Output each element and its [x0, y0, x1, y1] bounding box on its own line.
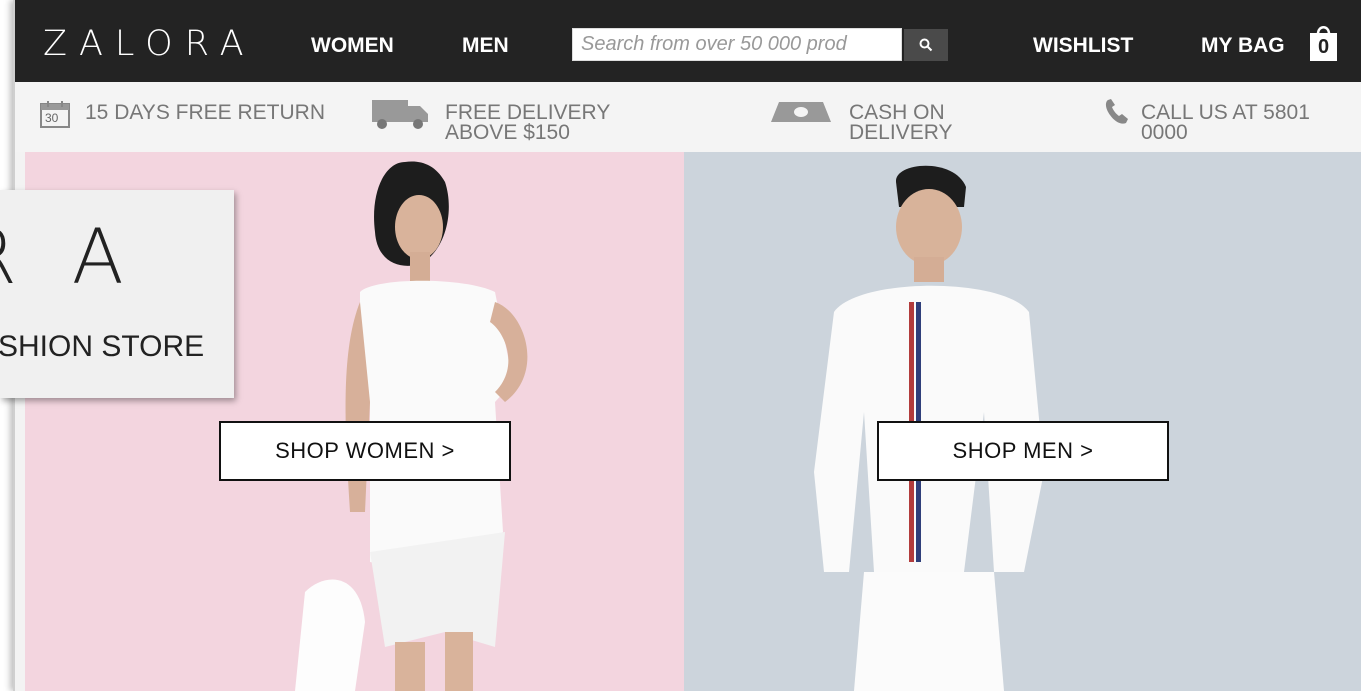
brand-overlay-letters: RA — [0, 212, 182, 301]
cash-on-delivery-text: CASH ON DELIVERY — [849, 101, 953, 144]
wishlist-link[interactable]: WISHLIST — [1033, 34, 1133, 58]
cash-line1: CASH ON — [849, 101, 945, 124]
shop-men-button[interactable]: SHOP MEN > — [877, 421, 1169, 481]
logo[interactable]: ZALORA — [43, 24, 256, 64]
search-button[interactable] — [904, 29, 948, 61]
truck-icon — [372, 100, 428, 129]
free-delivery-line1: FREE DELIVERY — [445, 101, 611, 124]
call-line1: CALL US AT 5801 — [1141, 101, 1310, 124]
brand-overlay-card: RA ASHION STORE — [0, 190, 234, 398]
bag-count: 0 — [1317, 36, 1330, 58]
nav-women[interactable]: WOMEN — [311, 34, 394, 58]
info-bar: 30 15 DAYS FREE RETURN FREE DELIVERY ABO… — [15, 82, 1361, 152]
search-input[interactable] — [573, 29, 901, 60]
top-navigation: ZALORA WOMEN MEN WISHLIST MY BAG 0 — [15, 0, 1361, 82]
free-return-text: 15 DAYS FREE RETURN — [85, 101, 325, 124]
free-delivery-line2: ABOVE $150 — [445, 121, 570, 144]
men-banner[interactable]: SHOP MEN > — [684, 152, 1361, 691]
cash-icon — [771, 102, 831, 122]
cash-line2: DELIVERY — [849, 121, 953, 144]
nav-men[interactable]: MEN — [462, 34, 509, 58]
search-box — [572, 28, 902, 61]
phone-icon — [1105, 99, 1128, 124]
call-line2: 0000 — [1141, 121, 1188, 144]
shop-women-button[interactable]: SHOP WOMEN > — [219, 421, 511, 481]
call-us-text: CALL US AT 5801 0000 — [1141, 101, 1310, 144]
brand-overlay-subtitle: ASHION STORE — [0, 330, 205, 363]
search-icon — [919, 38, 933, 52]
my-bag-link[interactable]: MY BAG — [1201, 34, 1285, 58]
free-delivery-text: FREE DELIVERY ABOVE $150 — [445, 101, 611, 144]
calendar-day: 30 — [45, 111, 59, 125]
